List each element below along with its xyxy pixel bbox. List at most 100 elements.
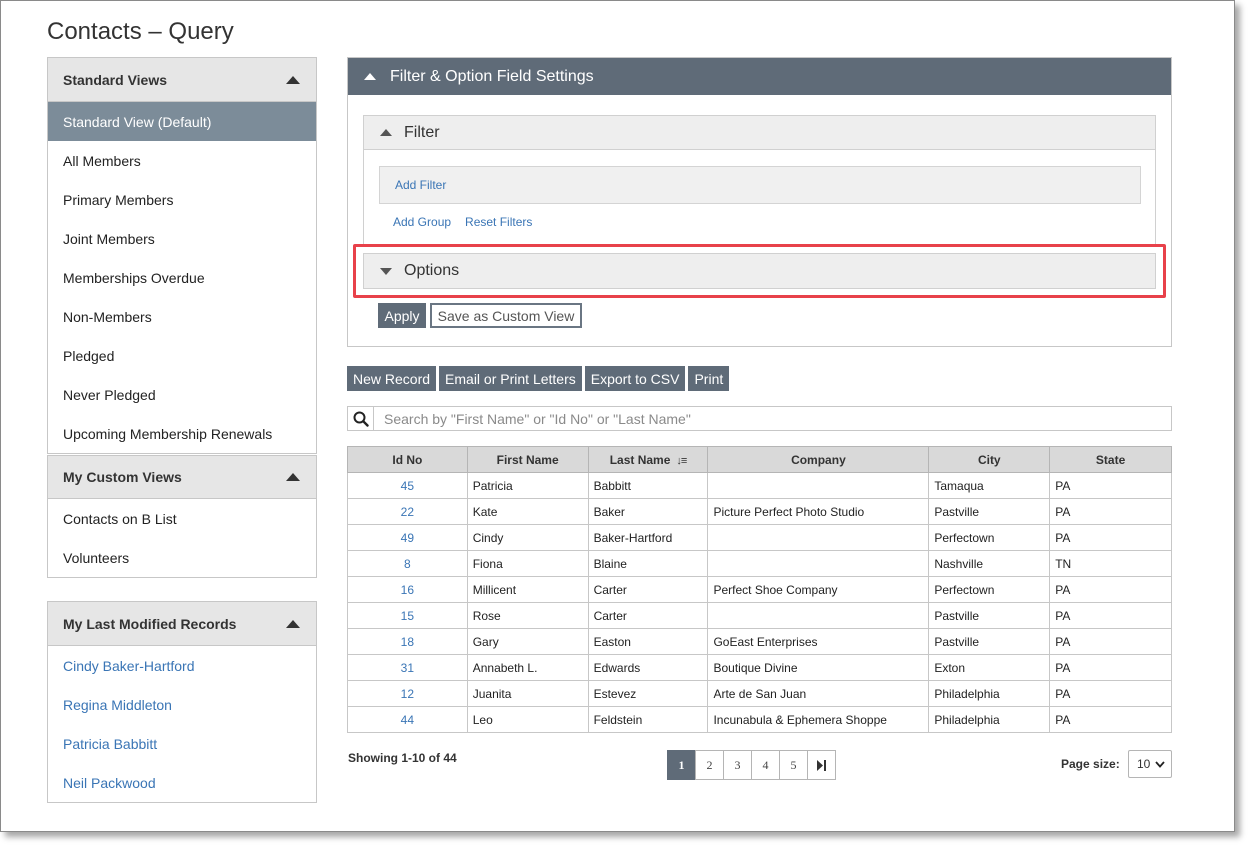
custom-view-item[interactable]: Contacts on B List [48,499,316,538]
save-custom-view-button[interactable]: Save as Custom View [430,303,582,328]
page-button[interactable]: 2 [695,750,724,780]
table-row[interactable]: 45 Patricia Babbitt Tamaqua PA [347,472,1172,499]
table-cell: Easton [587,628,709,655]
new-record-button[interactable]: New Record [347,366,437,391]
page-button[interactable]: 4 [751,750,780,780]
id-link[interactable]: 12 [347,680,468,707]
custom-view-item[interactable]: Volunteers [48,538,316,577]
standard-view-item[interactable]: Non-Members [48,297,316,336]
column-header[interactable]: Last Name ↓≡ [587,446,709,473]
table-cell: Baker [587,498,709,525]
expand-down-icon[interactable] [380,267,392,275]
standard-views-list: Standard View (Default) All Members Primar… [48,102,316,453]
standard-view-item[interactable]: Upcoming Membership Renewals [48,414,316,453]
column-header-label: Id No [392,452,423,467]
table-row[interactable]: 18 Gary Easton GoEast Enterprises Pastville P… [347,628,1172,655]
search-bar [347,406,1172,431]
standard-view-item[interactable]: Pledged [48,336,316,375]
column-header[interactable]: First Name [466,446,589,473]
standard-view-item[interactable]: All Members [48,141,316,180]
table-row[interactable]: 12 Juanita Estevez Arte de San Juan Philadel… [347,680,1172,707]
last-modified-header[interactable]: My Last Modified Records [48,602,316,646]
standard-view-item[interactable]: Standard View (Default) [48,102,316,141]
page-button[interactable]: 3 [723,750,752,780]
apply-button[interactable]: Apply [378,303,426,328]
search-input[interactable] [374,407,1171,430]
collapse-up-icon[interactable] [286,619,300,628]
table-header-row: Id No First Name Last Name ↓≡ Company City Sta… [347,446,1172,473]
reset-filters-link[interactable]: Reset Filters [465,215,532,229]
last-modified-record-link[interactable]: Neil Packwood [48,763,316,802]
id-link[interactable]: 16 [347,576,468,603]
table-body: 45 Patricia Babbitt Tamaqua PA 22 Kate Baker Pic… [347,472,1172,733]
last-modified-record-link[interactable]: Cindy Baker-Hartford [48,646,316,685]
id-link[interactable]: 15 [347,602,468,629]
add-group-link[interactable]: Add Group [393,215,451,229]
pagination: 12345 [667,750,836,780]
table-row[interactable]: 22 Kate Baker Picture Perfect Photo Studio P… [347,498,1172,525]
sort-ascending-icon[interactable]: ↓≡ [676,455,687,467]
collapse-up-icon[interactable] [380,129,392,136]
table-cell: Arte de San Juan [707,680,930,707]
column-header[interactable]: State [1049,446,1172,473]
standard-view-item[interactable]: Never Pledged [48,375,316,414]
filter-settings-header[interactable]: Filter & Option Field Settings [348,58,1171,95]
collapse-up-icon[interactable] [286,473,300,481]
standard-views-header[interactable]: Standard Views [48,58,316,102]
page-button[interactable]: 5 [779,750,808,780]
table-row[interactable]: 15 Rose Carter Pastville PA [347,602,1172,629]
table-cell: PA [1049,524,1172,551]
table-row[interactable]: 16 Millicent Carter Perfect Shoe Company Per… [347,576,1172,603]
table-cell: Fiona [466,550,589,577]
id-link[interactable]: 31 [347,654,468,681]
table-cell: Annabeth L. [466,654,589,681]
last-page-icon[interactable] [807,750,836,780]
page-button[interactable]: 1 [667,750,696,780]
table-cell: PA [1049,576,1172,603]
column-header-label: State [1095,452,1126,467]
table-cell [707,550,930,577]
table-row[interactable]: 31 Annabeth L. Edwards Boutique Divine Exton… [347,654,1172,681]
id-link[interactable]: 49 [347,524,468,551]
custom-views-header[interactable]: My Custom Views [48,455,316,499]
table-cell: Pastville [928,628,1051,655]
id-link[interactable]: 18 [347,628,468,655]
table-row[interactable]: 8 Fiona Blaine Nashville TN [347,550,1172,577]
standard-view-item[interactable]: Memberships Overdue [48,258,316,297]
table-cell: Gary [466,628,589,655]
contacts-table: Id No First Name Last Name ↓≡ Company City Sta… [347,446,1172,733]
search-icon[interactable] [348,407,374,430]
table-cell: Cindy [466,524,589,551]
column-header[interactable]: Id No [347,446,468,473]
collapse-up-icon[interactable] [286,75,300,84]
filter-header[interactable]: Filter [364,116,1155,150]
table-row[interactable]: 44 Leo Feldstein Incunabula & Ephemera Shop… [347,706,1172,733]
id-link[interactable]: 22 [347,498,468,525]
id-link[interactable]: 45 [347,472,468,499]
standard-view-item[interactable]: Joint Members [48,219,316,258]
options-header[interactable]: Options [364,254,1155,288]
column-header[interactable]: Company [707,446,930,473]
export-csv-button[interactable]: Export to CSV [584,366,686,391]
filter-subpanel: Filter Add Filter Add Group Reset Filter… [363,115,1156,246]
last-modified-title: My Last Modified Records [63,615,237,632]
add-filter-link[interactable]: Add Filter [395,178,446,192]
id-link[interactable]: 8 [347,550,468,577]
table-cell: Nashville [928,550,1051,577]
table-cell: Tamaqua [928,472,1051,499]
last-modified-record-link[interactable]: Patricia Babbitt [48,724,316,763]
table-row[interactable]: 49 Cindy Baker-Hartford Perfectown PA [347,524,1172,551]
column-header-label: City [977,452,1001,467]
table-cell: Perfectown [928,576,1051,603]
column-header-label: Last Name [609,452,671,467]
collapse-up-icon[interactable] [364,73,376,80]
standard-view-item[interactable]: Primary Members [48,180,316,219]
page-size-select[interactable]: 10 [1128,750,1172,778]
last-modified-record-link[interactable]: Regina Middleton [48,685,316,724]
table-cell [707,602,930,629]
print-button[interactable]: Print [688,366,730,391]
column-header[interactable]: City [928,446,1051,473]
id-link[interactable]: 44 [347,706,468,733]
email-print-letters-button[interactable]: Email or Print Letters [439,366,582,391]
table-cell [707,524,930,551]
